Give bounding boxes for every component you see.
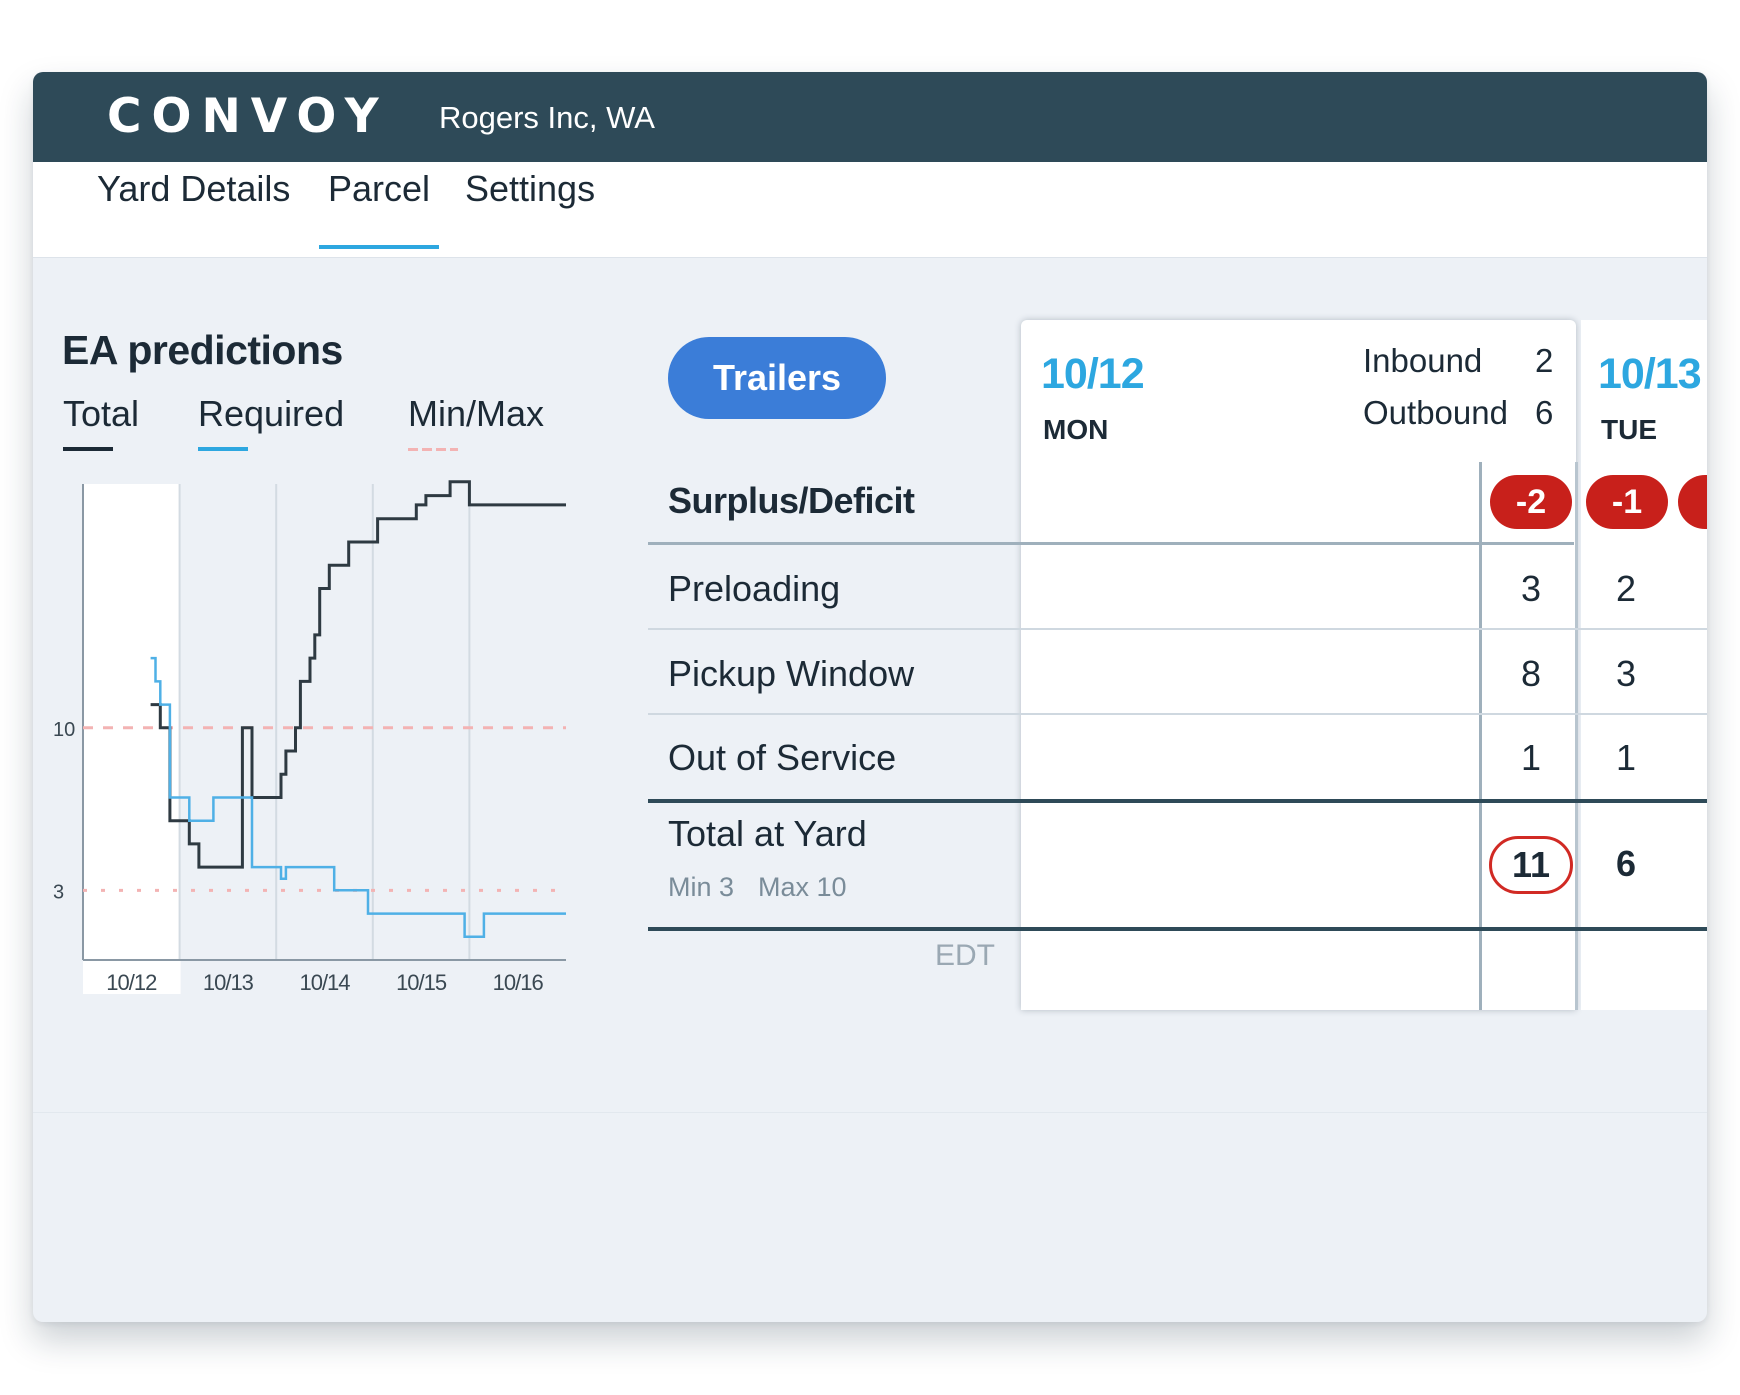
row-divider [648, 713, 1707, 715]
trailers-button[interactable]: Trailers [668, 337, 886, 419]
row-oos-label: Out of Service [668, 737, 897, 778]
day2-surplus-badge: -1 [1586, 475, 1668, 529]
day2-oos: 1 [1615, 737, 1637, 778]
x-tick-label: 10/12 [106, 970, 157, 995]
x-tick-label: 10/16 [493, 970, 544, 995]
row-surplus-label: Surplus/Deficit [668, 480, 915, 521]
day2-dow: TUE [1601, 414, 1657, 445]
predictions-chart: 10 3 10/12 10/13 10/14 10/15 10/16 [53, 480, 566, 995]
inbound-label: Inbound [1363, 342, 1483, 379]
x-tick-label: 10/13 [203, 970, 254, 995]
day1-surplus-badge: -2 [1490, 475, 1572, 529]
x-tick-label: 10/14 [299, 970, 350, 995]
y-tick-label: 10 [53, 719, 75, 741]
day1-total-over-max: 11 [1489, 836, 1573, 894]
day2-pickup: 3 [1615, 653, 1637, 694]
x-tick-label: 10/15 [396, 970, 447, 995]
day2-total: 6 [1615, 843, 1637, 884]
day1-date: 10/12 [1041, 350, 1145, 398]
row-divider [648, 927, 1707, 931]
day1-preloading: 3 [1520, 568, 1542, 609]
day1-pickup: 8 [1520, 653, 1542, 694]
timezone-label: EDT [935, 939, 995, 972]
day2-preloading: 2 [1615, 568, 1637, 609]
outbound-label: Outbound [1363, 394, 1508, 431]
y-tick-label: 3 [53, 881, 64, 903]
row-divider [648, 542, 1574, 545]
outbound-value: 6 [1535, 394, 1554, 431]
panel-divider [33, 1112, 1707, 1113]
day1-dow: MON [1043, 414, 1109, 445]
inbound-value: 2 [1535, 342, 1554, 379]
row-divider [648, 628, 1707, 630]
row-preloading-label: Preloading [668, 568, 841, 609]
series-required-line [150, 656, 566, 939]
min-value: Min 3 [668, 872, 735, 902]
max-value: Max 10 [758, 872, 847, 902]
day2-date: 10/13 [1598, 350, 1702, 398]
row-pickup-label: Pickup Window [668, 653, 915, 694]
today-band [83, 484, 181, 994]
row-divider [648, 799, 1707, 803]
app-window: CONVOY Rogers Inc, WA Yard Details Parce… [33, 72, 1707, 1322]
row-total-label: Total at Yard [668, 813, 867, 854]
day1-oos: 1 [1520, 737, 1542, 778]
